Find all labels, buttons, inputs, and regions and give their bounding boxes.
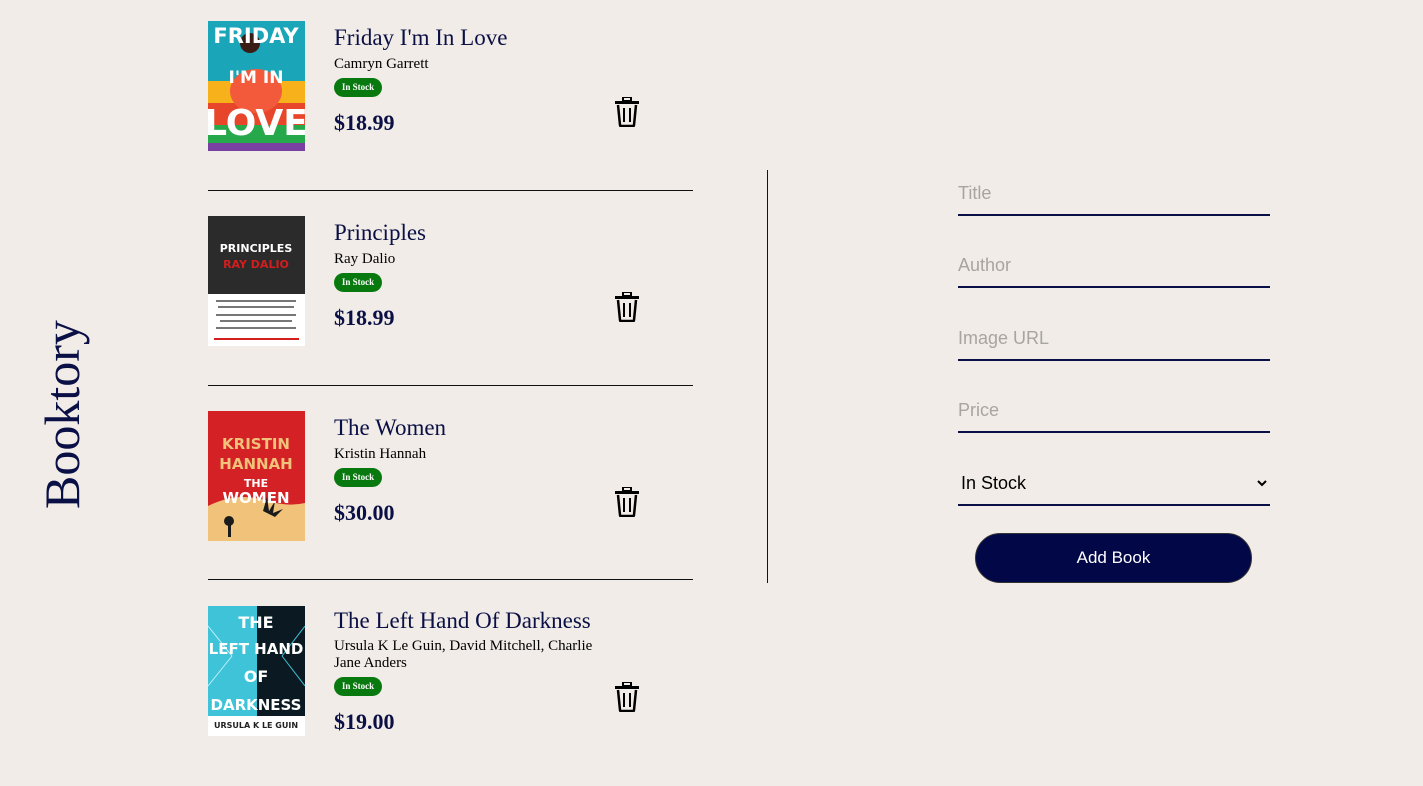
svg-text:HANNAH: HANNAH: [219, 455, 292, 473]
stock-status-badge: In Stock: [334, 677, 382, 696]
list-divider: [208, 190, 693, 191]
svg-text:LEFT HAND: LEFT HAND: [209, 640, 304, 658]
book-title: Principles: [334, 220, 426, 245]
svg-text:DARKNESS: DARKNESS: [211, 696, 302, 714]
book-title: The Women: [334, 415, 447, 440]
author-input[interactable]: [958, 244, 1270, 288]
svg-text:RAY DALIO: RAY DALIO: [223, 258, 289, 271]
trash-icon: [615, 486, 639, 518]
book-price: $18.99: [334, 305, 395, 330]
book-cover-image: THE LEFT HAND OF DARKNESS URSULA K LE GU…: [208, 606, 305, 736]
title-input[interactable]: [958, 172, 1270, 216]
stock-status-badge: In Stock: [334, 78, 382, 97]
svg-text:OF: OF: [244, 667, 269, 686]
list-divider: [208, 385, 693, 386]
svg-text:FRIDAY: FRIDAY: [213, 24, 299, 48]
stock-status-value: In Stock: [961, 473, 1027, 493]
svg-text:THE: THE: [238, 613, 273, 632]
add-book-button[interactable]: Add Book: [975, 533, 1252, 583]
svg-text:KRISTIN: KRISTIN: [222, 435, 290, 453]
delete-book-button[interactable]: [614, 486, 640, 518]
book-author: Ursula K Le Guin, David Mitchell, Charli…: [334, 638, 593, 671]
price-input[interactable]: [958, 389, 1270, 433]
book-item: FRIDAY I'M IN LOVE Friday I'm In Love Ca…: [208, 21, 693, 151]
trash-icon: [615, 681, 639, 713]
book-item: KRISTIN HANNAH THE WOMEN The Women Krist…: [208, 411, 693, 541]
stock-status-badge: In Stock: [334, 273, 382, 292]
delete-book-button[interactable]: [614, 681, 640, 713]
book-cover-image: FRIDAY I'M IN LOVE: [208, 21, 305, 151]
book-author: Kristin Hannah: [334, 446, 427, 462]
image-url-input[interactable]: [958, 317, 1270, 361]
app-brand-title: Booktory: [34, 320, 90, 509]
svg-text:WOMEN: WOMEN: [222, 489, 289, 507]
book-cover-image: KRISTIN HANNAH THE WOMEN: [208, 411, 305, 541]
svg-text:LOVE: LOVE: [208, 103, 305, 144]
stock-status-badge: In Stock: [334, 468, 382, 487]
list-divider: [208, 579, 693, 580]
delete-book-button[interactable]: [614, 291, 640, 323]
book-price: $30.00: [334, 500, 395, 525]
svg-text:I'M IN: I'M IN: [229, 68, 284, 88]
delete-book-button[interactable]: [614, 96, 640, 128]
book-title: Friday I'm In Love: [334, 25, 508, 50]
book-author: Ray Dalio: [334, 251, 396, 267]
book-author: Camryn Garrett: [334, 56, 429, 72]
book-title: The Left Hand Of Darkness: [334, 608, 591, 633]
svg-text:URSULA K LE GUIN: URSULA K LE GUIN: [214, 721, 298, 730]
trash-icon: [615, 96, 639, 128]
book-item: THE LEFT HAND OF DARKNESS URSULA K LE GU…: [208, 606, 693, 736]
chevron-down-icon: [1257, 480, 1267, 487]
stock-status-select[interactable]: In Stock: [958, 462, 1270, 506]
book-price: $19.00: [334, 709, 395, 734]
book-price: $18.99: [334, 110, 395, 135]
trash-icon: [615, 291, 639, 323]
section-divider: [767, 170, 768, 583]
book-item: PRINCIPLES RAY DALIO Principles Ray Dali…: [208, 216, 693, 346]
svg-text:PRINCIPLES: PRINCIPLES: [220, 242, 293, 255]
book-cover-image: PRINCIPLES RAY DALIO: [208, 216, 305, 346]
